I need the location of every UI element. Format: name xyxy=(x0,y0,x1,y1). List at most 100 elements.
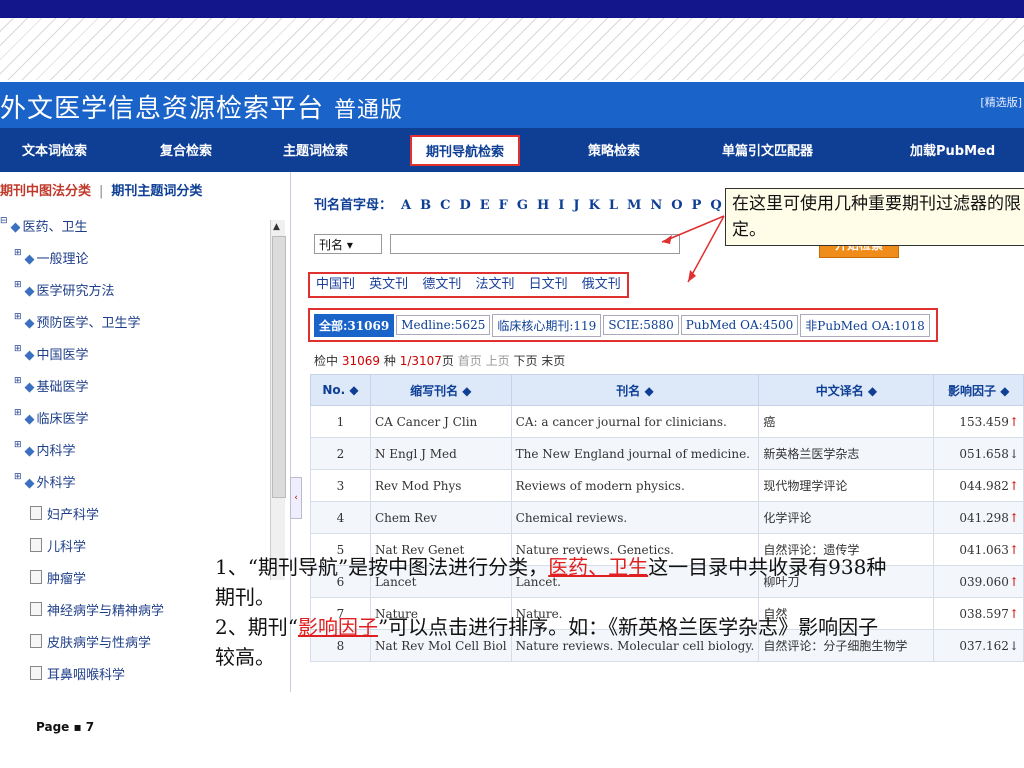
document-icon xyxy=(30,538,42,552)
lang-german[interactable]: 德文刊 xyxy=(422,277,461,292)
tree-item-otolaryngology[interactable]: 耳鼻咽喉科学 xyxy=(30,664,125,683)
row-abbreviation[interactable]: CA Cancer J Clin xyxy=(369,405,512,438)
row-journal-name[interactable]: Chemical reviews. xyxy=(510,501,760,534)
tree-item-chinese-medicine[interactable]: ⊞ ◆ 中国医学 xyxy=(14,344,89,363)
letter-link[interactable]: C xyxy=(440,198,450,213)
folder-icon: ◆ xyxy=(24,284,35,299)
table-row[interactable]: 1 CA Cancer J Clin CA: a cancer journal fo… xyxy=(310,405,1024,438)
letter-link[interactable]: J xyxy=(573,198,579,213)
letter-link[interactable]: E xyxy=(480,198,490,213)
row-abbreviation[interactable]: Chem Rev xyxy=(369,501,512,534)
expand-icon[interactable]: ⊞ xyxy=(14,376,22,386)
expand-icon[interactable]: ⊞ xyxy=(14,248,22,258)
filter-pubmed-oa[interactable]: PubMed OA:4500 xyxy=(680,315,799,335)
letter-link[interactable]: B xyxy=(420,198,431,213)
nav-compound-search[interactable]: 复合检索 xyxy=(160,140,212,159)
tree-item-clinical-medicine[interactable]: ⊞ ◆ 临床医学 xyxy=(14,408,89,427)
row-journal-name[interactable]: Reviews of modern physics. xyxy=(510,469,760,502)
expand-icon[interactable]: ⊞ xyxy=(14,280,22,290)
tree-item-dermatology[interactable]: 皮肤病学与性病学 xyxy=(30,632,151,651)
row-number: 1 xyxy=(310,405,371,438)
expand-icon[interactable]: ⊞ xyxy=(14,408,22,418)
filter-core-journals[interactable]: 临床核心期刊:119 xyxy=(492,313,602,337)
nav-journal-navigation[interactable]: 期刊导航检索 xyxy=(410,135,521,166)
tree-item-obstetrics[interactable]: 妇产科学 xyxy=(30,504,99,523)
tree-item-preventive-medicine[interactable]: ⊞ ◆ 预防医学、卫生学 xyxy=(14,312,141,331)
expand-icon[interactable]: ⊞ xyxy=(14,440,22,450)
tree-item-research-methods[interactable]: ⊞ ◆ 医学研究方法 xyxy=(14,280,115,299)
tree-item-basic-medicine[interactable]: ⊞ ◆ 基础医学 xyxy=(14,376,89,395)
lang-english[interactable]: 英文刊 xyxy=(369,277,408,292)
row-abbreviation[interactable]: N Engl J Med xyxy=(369,437,512,470)
letter-link[interactable]: K xyxy=(589,198,600,213)
letter-link[interactable]: I xyxy=(558,198,564,213)
nav-subject-search[interactable]: 主题词检索 xyxy=(283,140,348,159)
letter-link[interactable]: A xyxy=(401,198,411,213)
row-journal-name[interactable]: CA: a cancer journal for clinicians. xyxy=(510,405,760,438)
tree-label: 预防医学、卫生学 xyxy=(36,316,141,331)
filter-scie[interactable]: SCIE:5880 xyxy=(603,315,679,335)
expand-icon[interactable]: ⊞ xyxy=(14,344,22,354)
table-row[interactable]: 2N Engl J Med The New England journal of … xyxy=(310,437,1024,470)
letter-link[interactable]: F xyxy=(499,198,508,213)
col-name-sort[interactable]: 刊名 ◆ xyxy=(510,374,760,406)
col-cn-sort[interactable]: 中文译名 ◆ xyxy=(758,374,935,406)
tab-clc-category[interactable]: 期刊中图法分类 xyxy=(0,184,91,199)
document-icon xyxy=(30,602,42,616)
lang-russian[interactable]: 俄文刊 xyxy=(582,277,621,292)
nav-strategy-search[interactable]: 策略检索 xyxy=(588,140,640,159)
letter-link[interactable]: O xyxy=(671,198,682,213)
table-row[interactable]: 3 Rev Mod Phys Reviews of modern physics. 现… xyxy=(310,469,1024,502)
lang-french[interactable]: 法文刊 xyxy=(475,277,514,292)
letter-link[interactable]: M xyxy=(627,198,641,213)
letter-link[interactable]: H xyxy=(537,198,549,213)
search-input[interactable] xyxy=(390,234,680,254)
tree-item-internal-medicine[interactable]: ⊞ ◆ 内科学 xyxy=(14,440,76,459)
tab-subject-category[interactable]: 期刊主题词分类 xyxy=(111,184,202,199)
last-page-link[interactable]: 末页 xyxy=(541,354,565,368)
lang-japanese[interactable]: 日文刊 xyxy=(529,277,568,292)
nav-load-pubmed[interactable]: 加载PubMed xyxy=(910,140,995,159)
filter-non-pubmed-oa[interactable]: 非PubMed OA:1018 xyxy=(800,313,930,337)
next-page-link[interactable]: 下页 xyxy=(513,354,537,368)
sidebar-scrollbar[interactable]: ▲ xyxy=(270,220,286,580)
expand-icon[interactable]: ⊞ xyxy=(14,312,22,322)
letter-link[interactable]: G xyxy=(517,198,528,213)
table-row[interactable]: 4 Chem Rev Chemical reviews. 化学评论 041.298↑ xyxy=(310,501,1024,534)
col-impact-factor-sort[interactable]: 影响因子 ◆ xyxy=(933,374,1024,406)
trend-up-icon: ↑ xyxy=(1008,510,1019,525)
letter-link[interactable]: P xyxy=(692,198,702,213)
letter-link[interactable]: N xyxy=(650,198,662,213)
letter-link[interactable]: Q xyxy=(710,198,721,213)
row-journal-name[interactable]: The New England journal of medicine. xyxy=(510,437,760,470)
lang-chinese[interactable]: 中国刊 xyxy=(316,277,355,292)
collapse-icon[interactable]: ⊟ xyxy=(0,216,8,226)
nav-citation-matcher[interactable]: 单篇引文匹配器 xyxy=(722,140,813,159)
tree-item-general-theory[interactable]: ⊞ ◆ 一般理论 xyxy=(14,248,89,267)
tree-label: 耳鼻咽喉科学 xyxy=(47,668,126,683)
sidebar-collapse-handle[interactable]: ‹ xyxy=(290,477,302,519)
letter-link[interactable]: L xyxy=(609,198,618,213)
tree-item-oncology[interactable]: 肿瘤学 xyxy=(30,568,86,587)
prev-page-link[interactable]: 上页 xyxy=(486,354,510,368)
filter-medline[interactable]: Medline:5625 xyxy=(396,315,491,335)
search-field-select[interactable]: 刊名 ▾ xyxy=(314,234,382,254)
first-page-link[interactable]: 首页 xyxy=(458,354,482,368)
col-no-sort[interactable]: No. ◆ xyxy=(310,374,371,406)
col-abbr-sort[interactable]: 缩写刊名 ◆ xyxy=(369,374,512,406)
note-2-highlight: 影响因子 xyxy=(297,615,378,639)
tree-item-surgery[interactable]: ⊞ ◆ 外科学 xyxy=(14,472,76,491)
filter-all[interactable]: 全部:31069 xyxy=(314,313,395,337)
tree-item-pediatrics[interactable]: 儿科学 xyxy=(30,536,86,555)
edition-select-link[interactable]: [精选版] xyxy=(980,94,1022,110)
collapse-arrow-icon[interactable]: ‹ xyxy=(294,493,298,503)
tree-item-neurology[interactable]: 神经病学与精神病学 xyxy=(30,600,164,619)
nav-text-search[interactable]: 文本词检索 xyxy=(22,140,87,159)
trend-up-icon: ↑ xyxy=(1008,414,1019,429)
scroll-up-icon[interactable]: ▲ xyxy=(273,222,280,232)
scrollbar-thumb[interactable] xyxy=(272,236,286,498)
row-abbreviation[interactable]: Rev Mod Phys xyxy=(369,469,512,502)
letter-link[interactable]: D xyxy=(459,198,470,213)
tree-item-medicine-health[interactable]: ⊟ ◆ 医药、卫生 xyxy=(0,216,88,235)
expand-icon[interactable]: ⊞ xyxy=(14,472,22,482)
